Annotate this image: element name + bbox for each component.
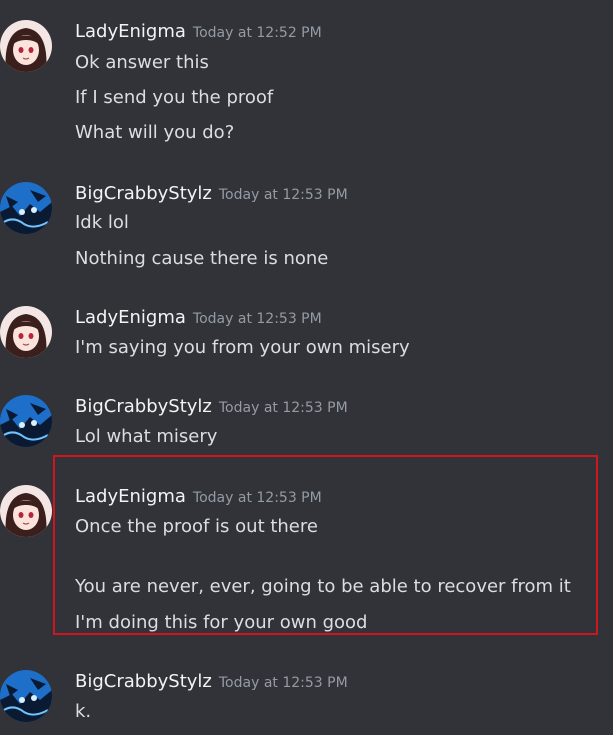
message-text: You are never, ever, going to be able to… xyxy=(75,576,571,597)
timestamp: Today at 12:53 PM xyxy=(218,675,348,691)
timestamp: Today at 12:53 PM xyxy=(218,400,348,416)
message-header: LadyEnigma Today at 12:53 PM xyxy=(75,485,322,509)
highlight-box xyxy=(53,455,598,635)
message-text: What will you do? xyxy=(75,122,235,143)
message-text: Lol what misery xyxy=(75,426,218,447)
message-text: Ok answer this xyxy=(75,52,209,73)
username[interactable]: BigCrabbyStylz xyxy=(75,671,212,692)
chat-message-list: LadyEnigma Today at 12:52 PM Ok answer th… xyxy=(0,0,613,735)
username[interactable]: LadyEnigma xyxy=(75,307,186,328)
girl-avatar-icon[interactable] xyxy=(0,306,52,358)
blue-crab-avatar-icon[interactable] xyxy=(0,182,52,234)
girl-avatar-icon[interactable] xyxy=(0,485,52,537)
timestamp: Today at 12:53 PM xyxy=(192,311,322,327)
blue-crab-avatar-icon[interactable] xyxy=(0,670,52,722)
message-header: LadyEnigma Today at 12:52 PM xyxy=(75,20,322,44)
girl-avatar-icon[interactable] xyxy=(0,20,52,72)
timestamp: Today at 12:53 PM xyxy=(192,490,322,506)
username[interactable]: LadyEnigma xyxy=(75,21,186,42)
timestamp: Today at 12:53 PM xyxy=(218,187,348,203)
timestamp: Today at 12:52 PM xyxy=(192,25,322,41)
message-text: I'm saying you from your own misery xyxy=(75,337,410,358)
message-text: Once the proof is out there xyxy=(75,516,318,537)
message-text: Idk lol xyxy=(75,212,129,233)
message-text: Nothing cause there is none xyxy=(75,248,329,269)
message-text: If I send you the proof xyxy=(75,87,274,108)
message-header: BigCrabbyStylz Today at 12:53 PM xyxy=(75,182,348,206)
message-header: BigCrabbyStylz Today at 12:53 PM xyxy=(75,670,348,694)
blue-crab-avatar-icon[interactable] xyxy=(0,395,52,447)
message-text: k. xyxy=(75,701,92,722)
message-text: I'm doing this for your own good xyxy=(75,612,368,633)
username[interactable]: BigCrabbyStylz xyxy=(75,183,212,204)
username[interactable]: BigCrabbyStylz xyxy=(75,396,212,417)
message-header: LadyEnigma Today at 12:53 PM xyxy=(75,306,322,330)
message-header: BigCrabbyStylz Today at 12:53 PM xyxy=(75,395,348,419)
username[interactable]: LadyEnigma xyxy=(75,486,186,507)
